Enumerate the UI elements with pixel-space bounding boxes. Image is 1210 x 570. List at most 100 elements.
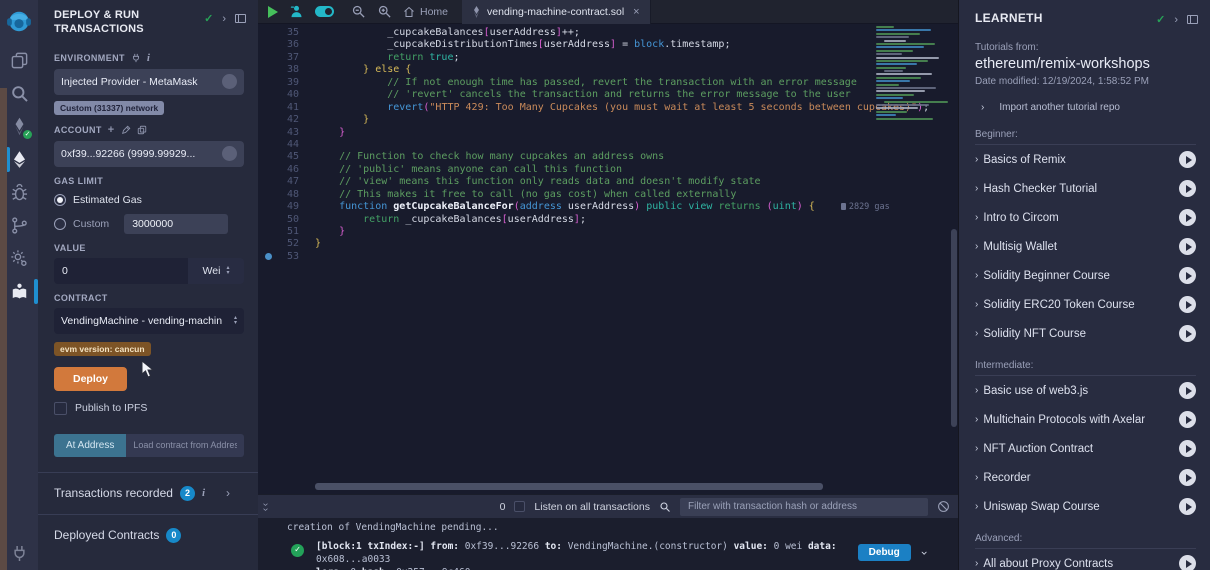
tutorial-item[interactable]: ›Solidity Beginner Course xyxy=(975,261,1196,290)
clear-terminal-icon[interactable] xyxy=(937,500,950,513)
panel-layout-icon[interactable] xyxy=(235,14,246,23)
estimated-gas-radio[interactable] xyxy=(54,194,66,206)
contract-select[interactable]: VendingMachine - vending-machin ▴▾ xyxy=(54,308,244,334)
tutorial-item[interactable]: ›Uniswap Swap Course xyxy=(975,492,1196,521)
tutorial-item[interactable]: ›Multichain Protocols with Axelar xyxy=(975,405,1196,434)
chevron-right-icon: › xyxy=(975,270,978,281)
breakpoint-dot[interactable] xyxy=(265,253,272,260)
play-tutorial-button[interactable] xyxy=(1179,440,1196,457)
environment-copy-icon[interactable] xyxy=(222,74,237,89)
tutorial-item[interactable]: ›Multisig Wallet xyxy=(975,232,1196,261)
line-number[interactable]: 41 xyxy=(258,102,315,114)
tutorial-item[interactable]: ›Basic use of web3.js xyxy=(975,376,1196,405)
editor-vertical-scrollbar[interactable] xyxy=(950,24,958,484)
environment-select[interactable]: Injected Provider - MetaMask xyxy=(54,69,244,95)
line-number[interactable]: 46 xyxy=(258,164,315,176)
play-tutorial-button[interactable] xyxy=(1179,296,1196,313)
play-tutorial-button[interactable] xyxy=(1179,469,1196,486)
line-number[interactable]: 35 xyxy=(258,27,315,39)
home-tab-button[interactable]: Home xyxy=(403,6,448,18)
sign-message-icon[interactable] xyxy=(121,125,131,135)
play-tutorial-button[interactable] xyxy=(1179,267,1196,284)
line-number[interactable]: 44 xyxy=(258,139,315,151)
chevron-right-icon[interactable]: › xyxy=(1174,14,1178,26)
account-select[interactable]: 0xf39...92266 (9999.99929... xyxy=(54,141,244,167)
line-number[interactable]: 36 xyxy=(258,39,315,51)
line-number[interactable]: 48 xyxy=(258,189,315,201)
line-number[interactable]: 51 xyxy=(258,226,315,238)
editor-minimap[interactable] xyxy=(876,26,948,126)
play-tutorial-button[interactable] xyxy=(1179,555,1196,570)
assistant-user-icon[interactable] xyxy=(289,4,304,19)
copy-icon[interactable] xyxy=(137,125,147,135)
run-script-button[interactable] xyxy=(268,6,278,18)
value-unit-select[interactable]: Wei ▴▾ xyxy=(188,258,244,284)
add-account-icon[interactable]: + xyxy=(108,124,115,136)
play-tutorial-button[interactable] xyxy=(1179,498,1196,515)
tutorial-item[interactable]: ›Solidity NFT Course xyxy=(975,319,1196,348)
expand-terminal-icon[interactable]: ›› xyxy=(264,502,267,512)
line-number[interactable]: 50 xyxy=(258,214,315,226)
zoom-out-icon[interactable] xyxy=(351,4,366,19)
file-explorer-icon[interactable] xyxy=(0,44,38,77)
code-editor[interactable]: 35 _cupcakeBalances[userAddress]++;36 _c… xyxy=(258,24,958,494)
line-number[interactable]: 40 xyxy=(258,89,315,101)
transactions-recorded-row[interactable]: Transactions recorded 2 i › xyxy=(54,473,244,514)
terminal-output[interactable]: creation of VendingMachine pending... ✓ … xyxy=(258,518,958,570)
account-copy-icon[interactable] xyxy=(222,146,237,161)
deploy-button[interactable]: Deploy xyxy=(54,367,127,391)
tutorial-item[interactable]: ›Basics of Remix xyxy=(975,145,1196,174)
import-repo-button[interactable]: › Import another tutorial repo xyxy=(981,102,1194,113)
line-number[interactable]: 37 xyxy=(258,52,315,64)
code-text: // Function to check how many cupcakes a… xyxy=(315,151,664,163)
play-tutorial-button[interactable] xyxy=(1179,209,1196,226)
line-number[interactable]: 38 xyxy=(258,64,315,76)
chevron-right-icon[interactable]: › xyxy=(222,13,226,25)
info-icon[interactable]: i xyxy=(202,487,205,499)
debug-button[interactable]: Debug xyxy=(858,544,911,561)
play-tutorial-button[interactable] xyxy=(1179,180,1196,197)
chevron-right-icon[interactable]: › xyxy=(226,486,230,500)
terminal-tx-row[interactable]: ✓ [block:1 txIndex:-] from: 0xf39...9226… xyxy=(258,540,958,570)
line-number[interactable]: 39 xyxy=(258,77,315,89)
line-number[interactable]: 47 xyxy=(258,176,315,188)
tutorial-item[interactable]: ›Solidity ERC20 Token Course xyxy=(975,290,1196,319)
tutorial-item[interactable]: ›Intro to Circom xyxy=(975,203,1196,232)
tutorial-item-label: Multichain Protocols with Axelar xyxy=(983,414,1179,426)
play-tutorial-button[interactable] xyxy=(1179,151,1196,168)
line-number[interactable]: 53 xyxy=(258,251,315,263)
line-number[interactable]: 45 xyxy=(258,151,315,163)
tutorials-modified: Date modified: 12/19/2024, 1:58:52 PM xyxy=(975,76,1194,87)
play-tutorial-button[interactable] xyxy=(1179,382,1196,399)
line-number[interactable]: 43 xyxy=(258,127,315,139)
editor-horizontal-scrollbar[interactable] xyxy=(315,483,823,490)
info-icon[interactable]: i xyxy=(147,52,150,64)
at-address-button[interactable]: At Address xyxy=(54,434,126,457)
terminal-filter-input[interactable] xyxy=(680,498,928,516)
at-address-input[interactable] xyxy=(126,434,244,457)
remix-logo[interactable] xyxy=(0,0,38,44)
line-number[interactable]: 49 xyxy=(258,201,315,213)
file-tab[interactable]: vending-machine-contract.sol × xyxy=(462,0,651,24)
tutorial-item[interactable]: ›All about Proxy Contracts xyxy=(975,549,1196,570)
editor-toggle-switch[interactable] xyxy=(315,6,334,17)
custom-gas-input[interactable] xyxy=(124,214,228,234)
zoom-in-icon[interactable] xyxy=(377,4,392,19)
panel-layout-icon[interactable] xyxy=(1187,15,1198,24)
play-tutorial-button[interactable] xyxy=(1179,238,1196,255)
play-tutorial-button[interactable] xyxy=(1179,411,1196,428)
line-number[interactable]: 52 xyxy=(258,238,315,250)
deployed-contracts-row[interactable]: Deployed Contracts 0 xyxy=(54,515,244,556)
play-tutorial-button[interactable] xyxy=(1179,325,1196,342)
line-number[interactable]: 42 xyxy=(258,114,315,126)
tutorial-item[interactable]: ›Recorder xyxy=(975,463,1196,492)
expand-tx-icon[interactable]: › xyxy=(917,549,931,556)
tutorial-item-label: Solidity NFT Course xyxy=(983,328,1179,340)
custom-gas-radio[interactable] xyxy=(54,218,66,230)
publish-ipfs-checkbox[interactable] xyxy=(54,402,67,415)
tutorial-item[interactable]: ›Hash Checker Tutorial xyxy=(975,174,1196,203)
close-tab-icon[interactable]: × xyxy=(633,6,639,18)
value-input[interactable]: 0 xyxy=(54,258,188,284)
listen-all-checkbox[interactable] xyxy=(514,501,525,512)
tutorial-item[interactable]: ›NFT Auction Contract xyxy=(975,434,1196,463)
